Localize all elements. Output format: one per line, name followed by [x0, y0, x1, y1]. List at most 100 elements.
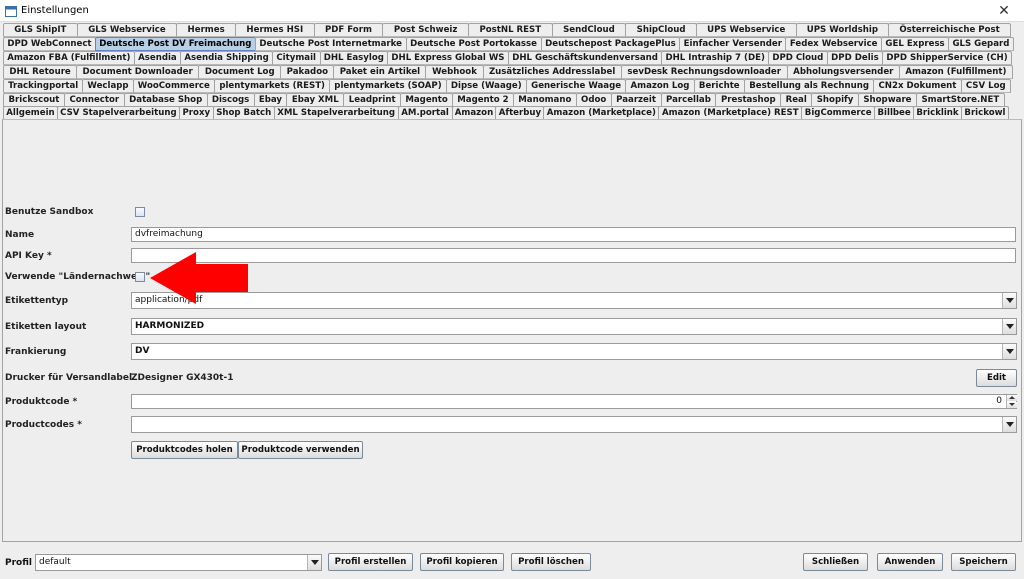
tab-postnl-rest[interactable]: PostNL REST: [467, 23, 553, 37]
tab-sendcloud[interactable]: SendCloud: [551, 23, 627, 37]
tab-brickowl[interactable]: Brickowl: [960, 106, 1009, 119]
tab-ups-webservice[interactable]: UPS Webservice: [695, 23, 797, 37]
tab-gel-express[interactable]: GEL Express: [881, 37, 949, 51]
tab-gls-gepard[interactable]: GLS Gepard: [948, 37, 1014, 51]
tab-deutsche-post-internetmarke[interactable]: Deutsche Post Internetmarke: [254, 37, 407, 51]
tab-dhl-easylog[interactable]: DHL Easylog: [319, 51, 389, 65]
layout-select[interactable]: HARMONIZED: [131, 318, 1017, 335]
tab-database-shop[interactable]: Database Shop: [123, 93, 208, 107]
tab-ebay[interactable]: Ebay: [253, 93, 288, 107]
tab-pdf-form[interactable]: PDF Form: [313, 23, 384, 37]
tab-citymail[interactable]: Citymail: [271, 51, 321, 65]
tab-prestashop[interactable]: Prestashop: [715, 93, 782, 107]
tab-magento-2[interactable]: Magento 2: [452, 93, 514, 107]
tab-csv-log[interactable]: CSV Log: [960, 79, 1011, 93]
frankierung-select[interactable]: DV: [131, 343, 1017, 360]
chevron-up-icon[interactable]: [1007, 395, 1017, 401]
tab-odoo[interactable]: Odoo: [575, 93, 612, 107]
tab-weclapp[interactable]: Weclapp: [82, 79, 134, 93]
tab-deutschepost-packageplus[interactable]: Deutschepost PackagePlus: [540, 37, 681, 51]
tab-asendia[interactable]: Asendia: [133, 51, 182, 65]
tab-paarzeit[interactable]: Paarzeit: [610, 93, 662, 107]
tab-manomano[interactable]: Manomano: [512, 93, 577, 107]
tab-dpd-shipperservice-ch[interactable]: DPD ShipperService (CH): [882, 51, 1012, 65]
tab-document-downloader[interactable]: Document Downloader: [76, 65, 200, 79]
name-field[interactable]: dvfreimachung: [131, 227, 1016, 242]
chevron-down-icon[interactable]: [307, 555, 321, 570]
profile-delete-button[interactable]: Profil löschen: [511, 553, 591, 571]
tab-berichte[interactable]: Berichte: [693, 79, 745, 93]
edit-button[interactable]: Edit: [976, 369, 1017, 387]
tab-parcellab[interactable]: Parcellab: [660, 93, 717, 107]
tab-shopware[interactable]: Shopware: [858, 93, 917, 107]
tab-webhook[interactable]: Webhook: [425, 65, 484, 79]
tab-pakadoo[interactable]: Pakadoo: [280, 65, 335, 79]
tab-proxy[interactable]: Proxy: [178, 106, 214, 119]
tab-dhl-retoure[interactable]: DHL Retoure: [3, 65, 78, 79]
tab-dpd-delis[interactable]: DPD Delis: [826, 51, 884, 65]
tab-dhl-geschäftskundenversand[interactable]: DHL Geschäftskundenversand: [507, 51, 663, 65]
tab-ups-worldship[interactable]: UPS Worldship: [795, 23, 890, 37]
tab-gls-webservice[interactable]: GLS Webservice: [76, 23, 178, 37]
chevron-down-icon[interactable]: [1007, 402, 1017, 408]
tab-paket-ein-artikel[interactable]: Paket ein Artikel: [333, 65, 427, 79]
tab-am-portal[interactable]: AM.portal: [397, 106, 453, 119]
tab-dipse-waage[interactable]: Dipse (Waage): [445, 79, 527, 93]
tab-woocommerce[interactable]: WooCommerce: [132, 79, 215, 93]
tab-shopify[interactable]: Shopify: [811, 93, 859, 107]
tab-smartstore-net[interactable]: SmartStore.NET: [915, 93, 1005, 107]
tab-bricklink[interactable]: Bricklink: [913, 106, 962, 119]
tab-ebay-xml[interactable]: Ebay XML: [286, 93, 345, 107]
tab-abholungsversender[interactable]: Abholungsversender: [786, 65, 900, 79]
tab-plentymarkets-rest[interactable]: plentymarkets (REST): [213, 79, 331, 93]
produktcode-verwenden-button[interactable]: Produktcode verwenden: [238, 441, 363, 459]
tab-xml-stapelverarbeitung[interactable]: XML Stapelverarbeitung: [273, 106, 399, 119]
tab-hermes-hsi[interactable]: Hermes HSI: [234, 23, 315, 37]
tab-connector[interactable]: Connector: [63, 93, 125, 107]
tab-asendia-shipping[interactable]: Asendia Shipping: [180, 51, 273, 65]
tab-gls-shipit[interactable]: GLS ShipIT: [3, 23, 78, 37]
tab-amazon-marketplace-rest[interactable]: Amazon (Marketplace) REST: [658, 106, 803, 119]
tab-document-log[interactable]: Document Log: [198, 65, 282, 79]
produktcodes-holen-button[interactable]: Produktcodes holen: [131, 441, 238, 459]
tab-deutsche-post-portokasse[interactable]: Deutsche Post Portokasse: [405, 37, 542, 51]
produktcode-spinner[interactable]: 0: [131, 394, 1017, 409]
save-button[interactable]: Speichern: [951, 553, 1016, 571]
tab-hermes[interactable]: Hermes: [176, 23, 236, 37]
tab-amazon[interactable]: Amazon: [451, 106, 497, 119]
sandbox-checkbox[interactable]: [135, 207, 145, 217]
apply-button[interactable]: Anwenden: [877, 553, 943, 571]
tab-shipcloud[interactable]: ShipCloud: [625, 23, 697, 37]
tab-dhl-intraship-7-de[interactable]: DHL Intraship 7 (DE): [661, 51, 769, 65]
tab-trackingportal[interactable]: Trackingportal: [3, 79, 84, 93]
tab-real[interactable]: Real: [780, 93, 813, 107]
tab-amazon-log[interactable]: Amazon Log: [625, 79, 695, 93]
tab-discogs[interactable]: Discogs: [206, 93, 255, 107]
apikey-field[interactable]: [131, 248, 1016, 263]
tab-csv-stapelverarbeitung[interactable]: CSV Stapelverarbeitung: [56, 106, 180, 119]
tab-afterbuy[interactable]: Afterbuy: [495, 106, 545, 119]
chevron-down-icon[interactable]: [1002, 319, 1016, 334]
chevron-down-icon[interactable]: [1002, 417, 1016, 432]
productcodes-select[interactable]: [131, 416, 1017, 433]
tab-post-schweiz[interactable]: Post Schweiz: [382, 23, 469, 37]
tab-einfacher-versender[interactable]: Einfacher Versender: [679, 37, 787, 51]
laendernachweis-checkbox[interactable]: [135, 272, 145, 282]
tab-dpd-cloud[interactable]: DPD Cloud: [768, 51, 828, 65]
tab-generische-waage[interactable]: Generische Waage: [525, 79, 627, 93]
close-icon[interactable]: ✕: [984, 0, 1024, 22]
chevron-down-icon[interactable]: [1002, 293, 1016, 308]
profile-select[interactable]: default: [35, 554, 322, 571]
tab-allgemein[interactable]: Allgemein: [3, 106, 58, 119]
tab-plentymarkets-soap[interactable]: plentymarkets (SOAP): [329, 79, 447, 93]
tab-magento[interactable]: Magento: [400, 93, 453, 107]
tab-bestellung-als-rechnung[interactable]: Bestellung als Rechnung: [743, 79, 875, 93]
profile-create-button[interactable]: Profil erstellen: [328, 553, 413, 571]
close-button[interactable]: Schließen: [803, 553, 868, 571]
tab-österreichische-post[interactable]: Österreichische Post: [888, 23, 1011, 37]
tab-amazon-fulfillment[interactable]: Amazon (Fulfillment): [898, 65, 1013, 79]
tab-amazon-fba-fulfillment[interactable]: Amazon FBA (Fulfillment): [3, 51, 135, 65]
tab-leadprint[interactable]: Leadprint: [343, 93, 402, 107]
tab-deutsche-post-dv-freimachung[interactable]: Deutsche Post DV Freimachung: [94, 37, 256, 51]
tab-dpd-webconnect[interactable]: DPD WebConnect: [3, 37, 96, 51]
